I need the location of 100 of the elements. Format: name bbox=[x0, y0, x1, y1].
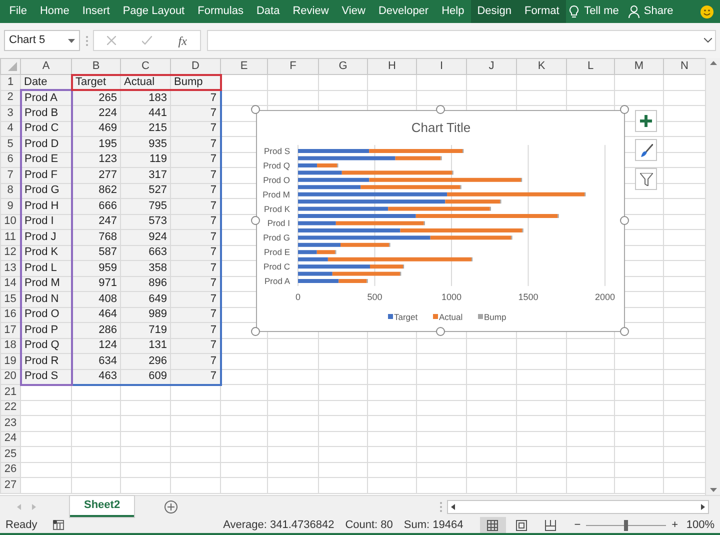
row-header[interactable]: 20 bbox=[0, 369, 20, 384]
column-header[interactable]: E bbox=[220, 58, 268, 74]
table-cell: 663 bbox=[120, 245, 170, 260]
add-sheet-icon[interactable] bbox=[164, 500, 178, 514]
resize-handle[interactable] bbox=[620, 216, 629, 225]
ribbon-tab[interactable]: Page Layout bbox=[116, 0, 192, 23]
table-cell: Prod G bbox=[20, 183, 72, 198]
ribbon-tab[interactable]: Format bbox=[518, 0, 566, 23]
column-header[interactable]: B bbox=[72, 58, 120, 74]
row-header[interactable]: 10 bbox=[0, 214, 20, 230]
column-header[interactable]: J bbox=[466, 58, 516, 74]
row-header[interactable]: 11 bbox=[0, 230, 20, 245]
ribbon-tab[interactable]: Formulas bbox=[191, 0, 250, 23]
share-button[interactable]: Share bbox=[641, 0, 680, 23]
column-header[interactable]: K bbox=[516, 58, 566, 74]
chevron-down-icon[interactable] bbox=[704, 38, 712, 43]
ribbon-tab[interactable]: Review bbox=[286, 0, 336, 23]
axis-label: Prod S bbox=[264, 146, 290, 156]
zoom-slider-thumb[interactable] bbox=[624, 520, 628, 530]
status-average: Average: 341.4736842 bbox=[223, 518, 334, 533]
row-header[interactable]: 2 bbox=[0, 90, 20, 106]
ribbon-tab[interactable]: Insert bbox=[76, 0, 116, 23]
resize-handle[interactable] bbox=[251, 216, 260, 225]
smiley-icon[interactable] bbox=[700, 4, 714, 18]
check-icon[interactable] bbox=[142, 36, 152, 45]
ribbon-tab[interactable]: Data bbox=[250, 0, 286, 23]
ribbon-tab[interactable]: Developer bbox=[372, 0, 436, 23]
normal-view-button[interactable] bbox=[480, 517, 506, 533]
plus-icon bbox=[640, 115, 652, 127]
cancel-icon[interactable] bbox=[107, 36, 116, 45]
column-header[interactable]: I bbox=[416, 58, 466, 74]
insert-function-button[interactable]: fx bbox=[178, 32, 187, 50]
row-header[interactable]: 1 bbox=[0, 74, 20, 90]
legend-item[interactable]: Actual bbox=[433, 312, 463, 322]
row-header[interactable]: 24 bbox=[0, 431, 20, 446]
row-header[interactable]: 23 bbox=[0, 416, 20, 431]
row-header[interactable]: 18 bbox=[0, 338, 20, 354]
row-header[interactable]: 19 bbox=[0, 354, 20, 369]
row-header[interactable]: 27 bbox=[0, 478, 20, 493]
chevron-up-icon[interactable] bbox=[710, 60, 716, 65]
resize-handle[interactable] bbox=[251, 105, 260, 114]
column-header[interactable]: A bbox=[20, 58, 72, 74]
row-header[interactable]: 16 bbox=[0, 307, 20, 322]
row-header[interactable]: 14 bbox=[0, 276, 20, 292]
row-header[interactable]: 25 bbox=[0, 446, 20, 462]
column-header[interactable]: M bbox=[614, 58, 664, 74]
chevron-down-icon[interactable] bbox=[710, 488, 716, 492]
column-header[interactable]: N bbox=[664, 58, 705, 74]
horizontal-scrollbar[interactable] bbox=[447, 500, 709, 514]
zoom-in-button[interactable]: + bbox=[672, 516, 678, 534]
ribbon-tab[interactable]: Home bbox=[33, 0, 76, 23]
row-header[interactable]: 6 bbox=[0, 152, 20, 168]
scroll-right-icon[interactable] bbox=[701, 504, 706, 510]
column-header[interactable]: G bbox=[318, 58, 368, 74]
table-cell: 464 bbox=[72, 307, 120, 322]
zoom-out-button[interactable]: − bbox=[574, 516, 581, 534]
scroll-left-icon[interactable] bbox=[450, 504, 455, 510]
column-header[interactable]: C bbox=[120, 58, 170, 74]
brush-icon bbox=[640, 144, 652, 156]
ribbon-tab[interactable]: View bbox=[335, 0, 372, 23]
chart-filters-button[interactable] bbox=[635, 168, 657, 190]
macro-record-icon[interactable] bbox=[53, 520, 64, 530]
table-cell: 441 bbox=[120, 106, 170, 121]
resize-handle[interactable] bbox=[251, 327, 260, 336]
row-header[interactable]: 3 bbox=[0, 106, 20, 121]
row-header[interactable]: 5 bbox=[0, 136, 20, 152]
row-header[interactable]: 8 bbox=[0, 183, 20, 198]
row-header[interactable]: 13 bbox=[0, 260, 20, 276]
chart-styles-button[interactable] bbox=[635, 139, 657, 161]
chart-elements-button[interactable] bbox=[635, 110, 657, 132]
row-header[interactable]: 21 bbox=[0, 384, 20, 400]
ribbon-tab[interactable]: Help bbox=[435, 0, 471, 23]
chart-title[interactable]: Chart Title bbox=[411, 120, 471, 135]
name-box[interactable]: Chart 5 bbox=[4, 30, 80, 51]
row-header[interactable]: 15 bbox=[0, 292, 20, 307]
resize-handle[interactable] bbox=[620, 105, 629, 114]
row-header[interactable]: 17 bbox=[0, 322, 20, 338]
row-header[interactable]: 22 bbox=[0, 400, 20, 416]
tell-me-link[interactable]: Tell me bbox=[581, 0, 626, 23]
column-header[interactable]: H bbox=[368, 58, 416, 74]
row-header[interactable]: 26 bbox=[0, 462, 20, 478]
column-header[interactable]: F bbox=[268, 58, 318, 74]
ribbon-tab[interactable]: File bbox=[2, 0, 34, 23]
vertical-scrollbar[interactable] bbox=[705, 58, 720, 495]
column-header[interactable]: L bbox=[566, 58, 614, 74]
legend-item[interactable]: Target bbox=[388, 312, 418, 322]
legend-item[interactable]: Bump bbox=[478, 312, 506, 322]
sheet-tab[interactable]: Sheet2 bbox=[70, 496, 134, 517]
ribbon-tab[interactable]: Design bbox=[470, 0, 518, 23]
select-all-corner[interactable] bbox=[0, 58, 20, 74]
row-header[interactable]: 7 bbox=[0, 168, 20, 183]
column-header[interactable]: D bbox=[170, 58, 220, 74]
row-header[interactable]: 9 bbox=[0, 198, 20, 214]
chart-area[interactable]: 0 500 1000 1500 2000 Chart Title Prod S Prod Q Prod O Prod M Prod K Prod I Prod G Prod E Prod C Prod A Target Actual Bump bbox=[256, 110, 625, 332]
row-header[interactable]: 4 bbox=[0, 121, 20, 136]
table-cell: 463 bbox=[72, 369, 120, 384]
resize-handle[interactable] bbox=[620, 327, 629, 336]
zoom-level[interactable]: 100% bbox=[686, 516, 714, 534]
row-header[interactable]: 12 bbox=[0, 245, 20, 260]
formula-input[interactable] bbox=[206, 30, 716, 51]
